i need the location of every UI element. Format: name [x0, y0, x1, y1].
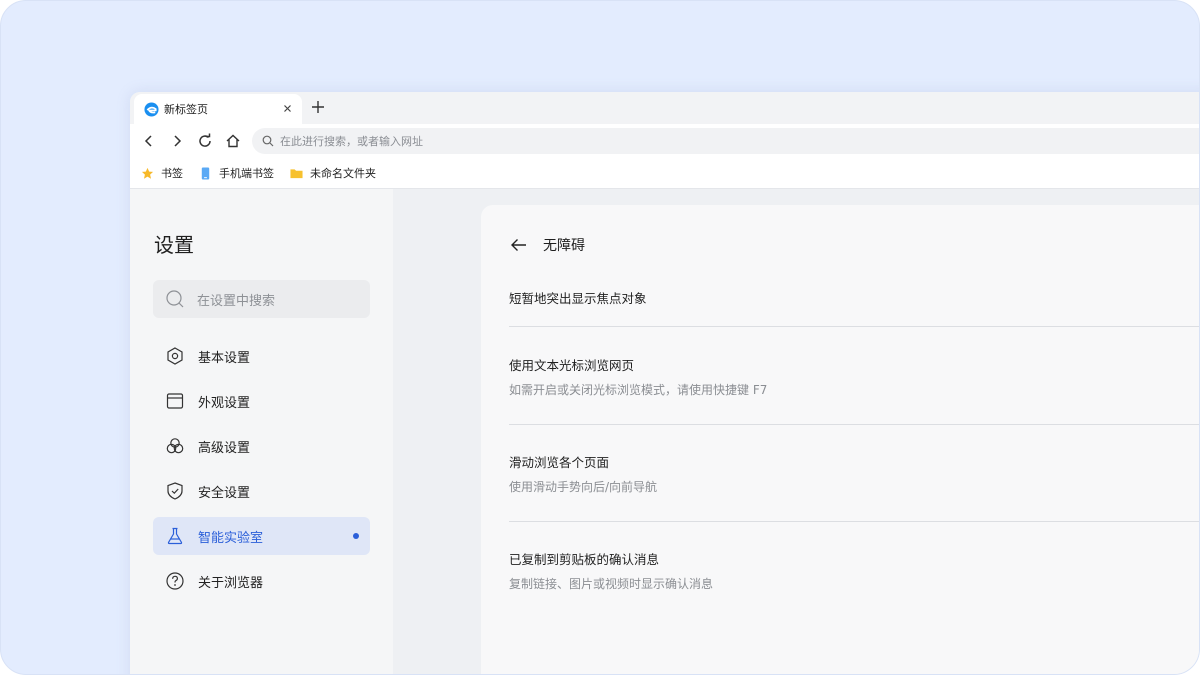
tab-title: 新标签页 — [164, 103, 208, 116]
back-arrow-icon[interactable] — [141, 133, 157, 149]
sidebar-item-about[interactable]: 关于浏览器 — [153, 562, 370, 600]
settings-page: 设置 在设置中搜索 基本设置 外观设置 高级设置 安全设置 智能实验室 关于浏览… — [130, 189, 1199, 674]
sidebar-item-appearance[interactable]: 外观设置 — [153, 382, 370, 420]
accessibility-panel: 无障碍 短暂地突出显示焦点对象 使用文本光标浏览网页 如需开启或关闭光标浏览模式… — [481, 205, 1199, 674]
setting-title: 使用文本光标浏览网页 — [509, 358, 635, 373]
setting-description: 复制链接、图片或视频时显示确认消息 — [509, 577, 714, 591]
setting-row-swipe-navigation[interactable]: 滑动浏览各个页面 使用滑动手势向后/向前导航 — [509, 425, 1199, 522]
sidebar-item-label: 关于浏览器 — [198, 575, 264, 591]
setting-title: 已复制到剪贴板的确认消息 — [509, 552, 660, 567]
sidebar-item-label: 高级设置 — [198, 440, 251, 456]
home-icon[interactable] — [225, 133, 241, 149]
setting-title: 滑动浏览各个页面 — [509, 455, 610, 470]
sidebar-item-security[interactable]: 安全设置 — [153, 472, 370, 510]
shield-check-icon — [167, 482, 183, 500]
back-arrow-icon[interactable] — [509, 235, 529, 255]
tab-new-tab[interactable]: 新标签页 — [134, 94, 302, 124]
reload-icon[interactable] — [197, 133, 213, 149]
close-icon[interactable] — [281, 102, 294, 115]
sidebar-item-label: 基本设置 — [198, 350, 251, 366]
panel-header: 无障碍 — [509, 235, 585, 255]
bookmark-label: 手机端书签 — [219, 167, 274, 180]
settings-nav: 基本设置 外观设置 高级设置 安全设置 智能实验室 关于浏览器 — [153, 337, 370, 607]
setting-row-caret-browsing[interactable]: 使用文本光标浏览网页 如需开启或关闭光标浏览模式，请使用快捷键 F7 — [509, 327, 1199, 425]
settings-sidebar: 设置 在设置中搜索 基本设置 外观设置 高级设置 安全设置 智能实验室 关于浏览… — [130, 189, 393, 674]
forward-arrow-icon[interactable] — [169, 133, 185, 149]
sidebar-item-advanced[interactable]: 高级设置 — [153, 427, 370, 465]
bookmark-item-folder[interactable]: 未命名文件夹 — [290, 165, 376, 181]
new-badge-dot — [353, 533, 359, 539]
bookmark-label: 未命名文件夹 — [310, 167, 376, 180]
flask-icon — [167, 527, 183, 545]
sidebar-item-smart-lab[interactable]: 智能实验室 — [153, 517, 370, 555]
panel-title: 无障碍 — [543, 238, 585, 254]
sidebar-item-label: 外观设置 — [198, 395, 251, 411]
sidebar-item-basic[interactable]: 基本设置 — [153, 337, 370, 375]
bookmarks-bar: 书签 手机端书签 未命名文件夹 — [130, 158, 1199, 189]
settings-search-input[interactable]: 在设置中搜索 — [153, 280, 370, 318]
settings-list: 短暂地突出显示焦点对象 使用文本光标浏览网页 如需开启或关闭光标浏览模式，请使用… — [509, 275, 1199, 619]
sidebar-item-label: 安全设置 — [198, 485, 251, 501]
address-bar[interactable]: 在此进行搜索，或者输入网址 — [252, 128, 1199, 154]
browser-logo-icon — [144, 101, 159, 117]
toolbar: 在此进行搜索，或者输入网址 — [130, 124, 1199, 158]
address-placeholder: 在此进行搜索，或者输入网址 — [280, 135, 423, 148]
search-icon — [262, 135, 274, 147]
question-circle-icon — [166, 572, 184, 590]
browser-window: 新标签页 在此进行搜索，或者输入网址 书签 手机端书签 未命名文件夹 设置 在设… — [130, 92, 1199, 674]
circles-icon — [166, 438, 184, 454]
tab-strip: 新标签页 — [130, 92, 1199, 124]
setting-title: 短暂地突出显示焦点对象 — [509, 291, 647, 306]
setting-row-focus-highlight[interactable]: 短暂地突出显示焦点对象 — [509, 275, 1199, 327]
setting-description: 使用滑动手势向后/向前导航 — [509, 480, 658, 494]
setting-description: 如需开启或关闭光标浏览模式，请使用快捷键 F7 — [509, 383, 768, 397]
star-icon — [141, 167, 154, 179]
bookmark-item-mobile[interactable]: 手机端书签 — [199, 165, 274, 181]
hexagon-gear-icon — [167, 347, 183, 365]
page-title: 设置 — [154, 233, 194, 257]
folder-icon — [290, 168, 303, 178]
plus-icon[interactable] — [310, 99, 326, 115]
screen-frame: 新标签页 在此进行搜索，或者输入网址 书签 手机端书签 未命名文件夹 设置 在设… — [0, 0, 1200, 675]
bookmark-label: 书签 — [161, 167, 183, 180]
bookmark-item-bookmarks[interactable]: 书签 — [141, 165, 183, 181]
search-icon — [166, 290, 184, 308]
phone-icon — [201, 166, 210, 180]
setting-row-copy-confirmation[interactable]: 已复制到剪贴板的确认消息 复制链接、图片或视频时显示确认消息 — [509, 522, 1199, 619]
search-placeholder: 在设置中搜索 — [197, 293, 276, 309]
sidebar-item-label: 智能实验室 — [198, 530, 264, 546]
window-icon — [166, 393, 184, 409]
